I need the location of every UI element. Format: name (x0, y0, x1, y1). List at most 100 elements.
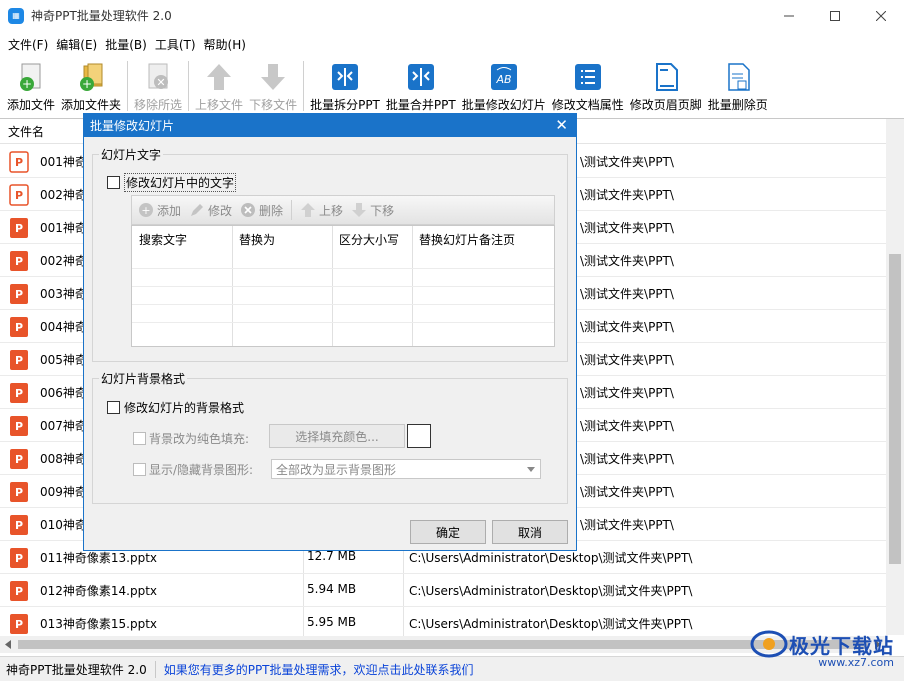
move-up-button[interactable]: 上移文件 (192, 57, 246, 113)
ppt-file-icon: P (10, 614, 28, 634)
svg-text:P: P (15, 387, 23, 400)
modify-bg-checkbox[interactable]: 修改幻灯片的背景格式 (107, 399, 244, 416)
ppt-file-icon: P (10, 515, 28, 535)
toolbar-separator (303, 61, 305, 111)
grid-row-line (132, 268, 554, 269)
file-name: 011神奇像素13.pptx (40, 551, 158, 565)
vertical-scrollbar-thumb[interactable] (889, 254, 901, 564)
close-button[interactable] (858, 0, 904, 31)
dialog-close-icon[interactable]: ✕ (555, 116, 568, 134)
svg-text:+: + (22, 77, 32, 91)
minimize-button[interactable] (766, 0, 812, 31)
choose-fill-color-button[interactable]: 选择填充颜色... (269, 424, 405, 448)
file-size: 12.7 MB (307, 549, 357, 563)
file-path: C:\Users\Administrator\Desktop\测试文件夹\PPT… (409, 551, 693, 565)
vertical-scrollbar[interactable] (886, 119, 904, 635)
file-path: \测试文件夹\PPT\ (580, 254, 674, 268)
svg-text:P: P (15, 585, 23, 598)
ppt-file-icon: P (10, 581, 28, 601)
watermark-logo-icon (750, 630, 788, 658)
delete-rule-button[interactable]: 删除 (240, 202, 283, 219)
add-circle-icon: + (139, 203, 153, 217)
file-path: \测试文件夹\PPT\ (580, 320, 674, 334)
pencil-icon (191, 204, 204, 216)
column-header-search[interactable]: 搜索文字 (132, 226, 232, 252)
modify-text-check[interactable] (107, 176, 120, 189)
window-title: 神奇PPT批量处理软件 2.0 (31, 9, 172, 23)
svg-text:P: P (15, 420, 23, 433)
file-name: 009神奇 (40, 485, 87, 499)
main-toolbar: + 添加文件 + 添加文件夹 ✕ 移除所选 上移文件 下移文件 批量拆分PPT (0, 57, 904, 115)
table-row[interactable]: P 012神奇像素14.pptx 5.94 MB C:\Users\Administr… (0, 574, 886, 607)
slide-text-group-title: 幻灯片文字 (99, 146, 164, 163)
watermark: 极光下载站 www.xz7.com (749, 626, 894, 669)
replace-rules-table[interactable]: 搜索文字 替换为 区分大小写 替换幻灯片备注页 (131, 225, 555, 347)
add-folder-icon: + (75, 61, 107, 92)
add-folder-button[interactable]: + 添加文件夹 (58, 57, 124, 113)
menu-help[interactable]: 帮助(H) (200, 36, 250, 53)
solid-fill-checkbox[interactable]: 背景改为纯色填充: (133, 430, 249, 447)
svg-text:P: P (15, 486, 23, 499)
toolbar-separator (127, 61, 129, 111)
color-swatch[interactable] (407, 424, 431, 448)
menu-batch[interactable]: 批量(B) (101, 36, 151, 53)
maximize-button[interactable] (812, 0, 858, 31)
page-icon (650, 61, 682, 92)
show-hide-bg-check[interactable] (133, 463, 146, 476)
move-rule-down-button[interactable]: 下移 (351, 202, 394, 219)
modify-bg-label: 修改幻灯片的背景格式 (124, 401, 245, 415)
file-name: 008神奇 (40, 452, 87, 466)
batch-merge-button[interactable]: 批量合并PPT (383, 57, 459, 113)
menu-file[interactable]: 文件(F) (4, 36, 52, 53)
slide-background-group: 幻灯片背景格式 修改幻灯片的背景格式 背景改为纯色填充: 选择填充颜色... 显… (92, 370, 568, 504)
file-name: 012神奇像素14.pptx (40, 584, 158, 598)
column-header-case[interactable]: 区分大小写 (332, 226, 412, 252)
ppt-file-icon: P (10, 218, 28, 238)
horizontal-scrollbar-thumb[interactable] (18, 640, 868, 649)
column-header-replace[interactable]: 替换为 (232, 226, 332, 252)
modify-bg-check[interactable] (107, 401, 120, 414)
file-path: \测试文件夹\PPT\ (580, 518, 674, 532)
show-hide-bg-label: 显示/隐藏背景图形: (149, 463, 254, 477)
file-name: 007神奇 (40, 419, 87, 433)
modify-text-checkbox[interactable]: 修改幻灯片中的文字 (107, 173, 237, 192)
modify-doc-props-button[interactable]: 修改文档属性 (549, 57, 627, 113)
menu-tools[interactable]: 工具(T) (151, 36, 200, 53)
arrow-down-icon (352, 203, 367, 217)
contact-link[interactable]: 如果您有更多的PPT批量处理需求，欢迎点击此处联系我们 (156, 661, 474, 678)
show-hide-bg-select[interactable]: 全部改为显示背景图形 (271, 459, 541, 479)
add-file-button[interactable]: + 添加文件 (4, 57, 58, 113)
file-path: \测试文件夹\PPT\ (580, 188, 674, 202)
status-app-name: 神奇PPT批量处理软件 2.0 (0, 660, 156, 678)
batch-split-button[interactable]: 批量拆分PPT (307, 57, 383, 113)
file-size: 5.95 MB (307, 615, 357, 629)
move-down-button[interactable]: 下移文件 (246, 57, 300, 113)
grid-row-line (132, 286, 554, 287)
file-name: 004神奇 (40, 320, 87, 334)
batch-modify-slides-button[interactable]: AB 批量修改幻灯片 (459, 57, 549, 113)
column-header-name[interactable]: 文件名 (8, 123, 44, 140)
solid-fill-check[interactable] (133, 432, 146, 445)
scroll-left-icon[interactable] (4, 640, 12, 649)
move-rule-up-button[interactable]: 上移 (300, 202, 343, 219)
file-size: 5.94 MB (307, 582, 357, 596)
file-name: 002神奇 (40, 254, 87, 268)
ok-button[interactable]: 确定 (410, 520, 486, 544)
file-name: 013神奇像素15.pptx (40, 617, 158, 631)
svg-text:P: P (15, 222, 23, 235)
show-hide-bg-checkbox[interactable]: 显示/隐藏背景图形: (133, 461, 253, 478)
batch-delete-pages-button[interactable]: 批量删除页 (705, 57, 771, 113)
slide-background-group-title: 幻灯片背景格式 (99, 370, 188, 387)
column-header-notes[interactable]: 替换幻灯片备注页 (412, 226, 552, 252)
modify-header-footer-button[interactable]: 修改页眉页脚 (627, 57, 705, 113)
watermark-text: 极光下载站 (789, 633, 894, 658)
file-path: \测试文件夹\PPT\ (580, 485, 674, 499)
menu-edit[interactable]: 编辑(E) (52, 36, 101, 53)
ppt-file-icon: P (10, 482, 28, 502)
menu-bar: 文件(F) 编辑(E) 批量(B) 工具(T) 帮助(H) (0, 33, 250, 55)
cancel-button[interactable]: 取消 (492, 520, 568, 544)
edit-rule-button[interactable]: 修改 (189, 202, 232, 219)
file-name: 002神奇 (40, 188, 87, 202)
add-rule-button[interactable]: + 添加 (138, 202, 181, 219)
remove-selected-button[interactable]: ✕ 移除所选 (131, 57, 185, 113)
